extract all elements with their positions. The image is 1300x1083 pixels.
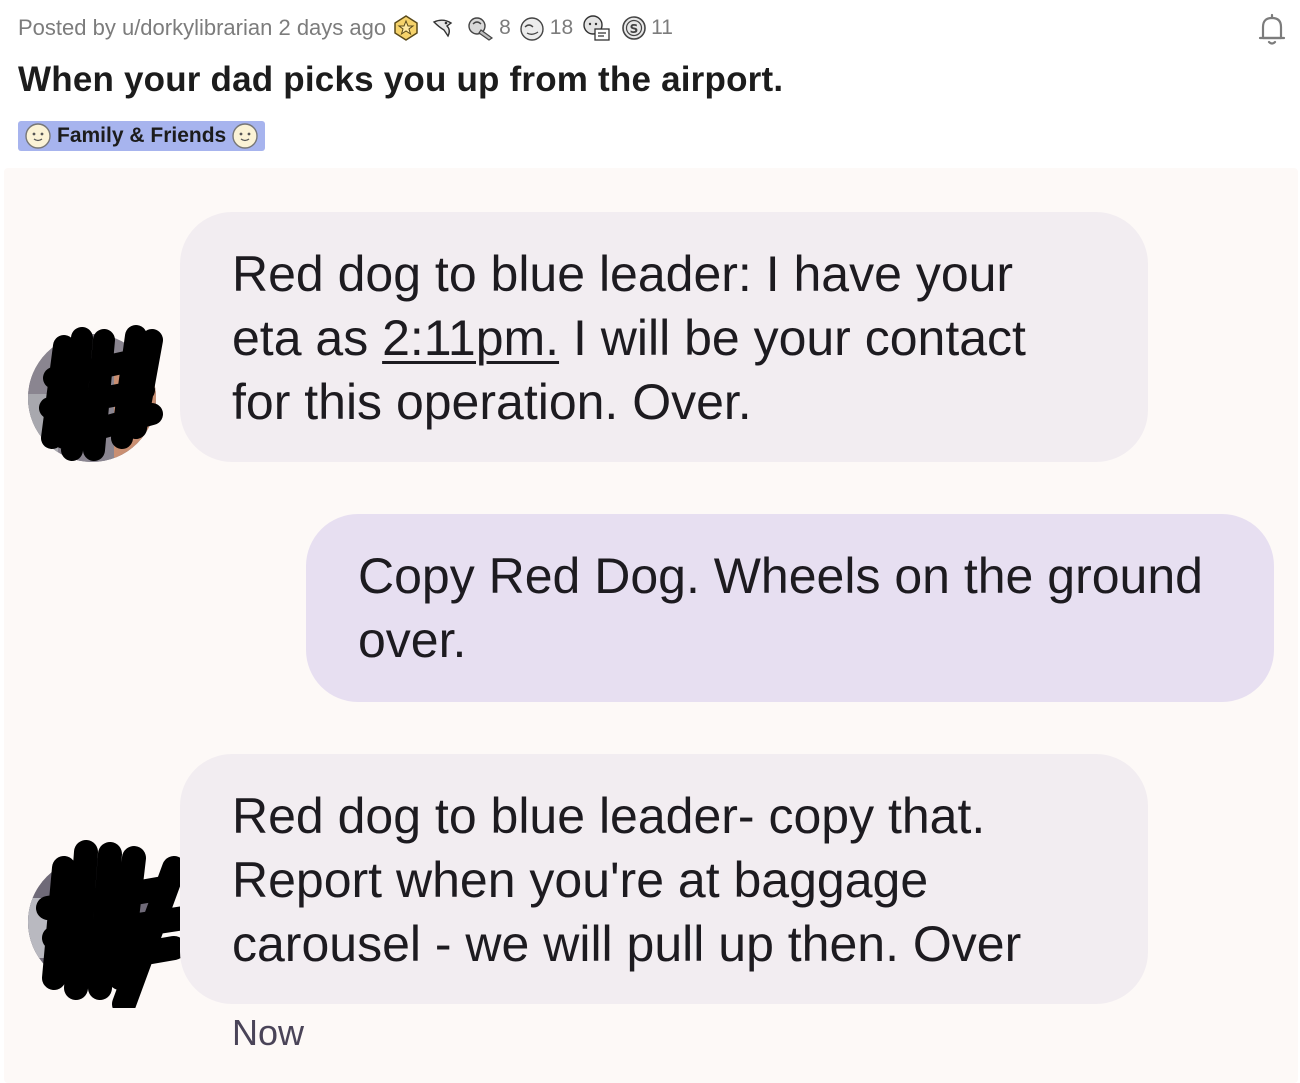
message-line: carousel - we will pull up then. Over [232, 916, 1022, 972]
gold-award-icon [394, 15, 418, 41]
message-line: over. [358, 612, 467, 668]
redaction-scribble [36, 840, 196, 1008]
smiley-emoji-icon [25, 123, 51, 149]
post-meta: Posted by u/dorkylibrarian 2 days ago 8 … [18, 12, 673, 44]
notification-bell-button[interactable] [1252, 10, 1292, 50]
message-line: Red dog to blue leader- copy that. [232, 788, 986, 844]
smiley-emoji-icon [232, 123, 258, 149]
helpful-award-icon [583, 15, 610, 41]
bell-icon [1258, 13, 1286, 45]
message-line: Red dog to blue leader: I have your [232, 246, 1014, 302]
incoming-message-bubble[interactable]: Red dog to blue leader- copy that. Repor… [180, 754, 1148, 1004]
coin-award-icon: S [622, 16, 646, 40]
award-coin[interactable]: S 11 [620, 14, 673, 42]
message-line: Report when you're at baggage [232, 852, 929, 908]
silver-award-icon [468, 17, 494, 41]
message-timestamp: Now [232, 1012, 305, 1053]
post-flair[interactable]: Family & Friends [18, 121, 266, 151]
incoming-message-bubble[interactable]: Red dog to blue leader: I have your eta … [180, 212, 1148, 462]
award-silver[interactable]: 8 [466, 14, 511, 42]
award-faceplant[interactable]: 18 [517, 14, 573, 42]
award-gold[interactable] [392, 14, 423, 42]
chat-screenshot[interactable]: Red dog to blue leader: I have your eta … [4, 168, 1298, 1083]
svg-text:S: S [630, 22, 639, 36]
award-helpful[interactable] [579, 13, 614, 43]
post-meta-text[interactable]: Posted by u/dorkylibrarian 2 days ago [18, 15, 386, 41]
outgoing-message-bubble[interactable]: Copy Red Dog. Wheels on the ground over. [306, 514, 1274, 702]
faceplant-award-icon [520, 17, 544, 41]
bird-award-icon [432, 19, 453, 38]
award-bird[interactable] [429, 14, 460, 42]
message-line: eta as 2:11pm. I will be your contact [232, 310, 1026, 366]
time-link[interactable]: 2:11pm. [382, 310, 559, 366]
redaction-scribble [39, 325, 163, 461]
post-title[interactable]: When your dad picks you up from the airp… [18, 60, 783, 100]
message-line: Copy Red Dog. Wheels on the ground [358, 548, 1203, 604]
message-line: for this operation. Over. [232, 374, 752, 430]
flair-label: Family & Friends [57, 124, 227, 147]
